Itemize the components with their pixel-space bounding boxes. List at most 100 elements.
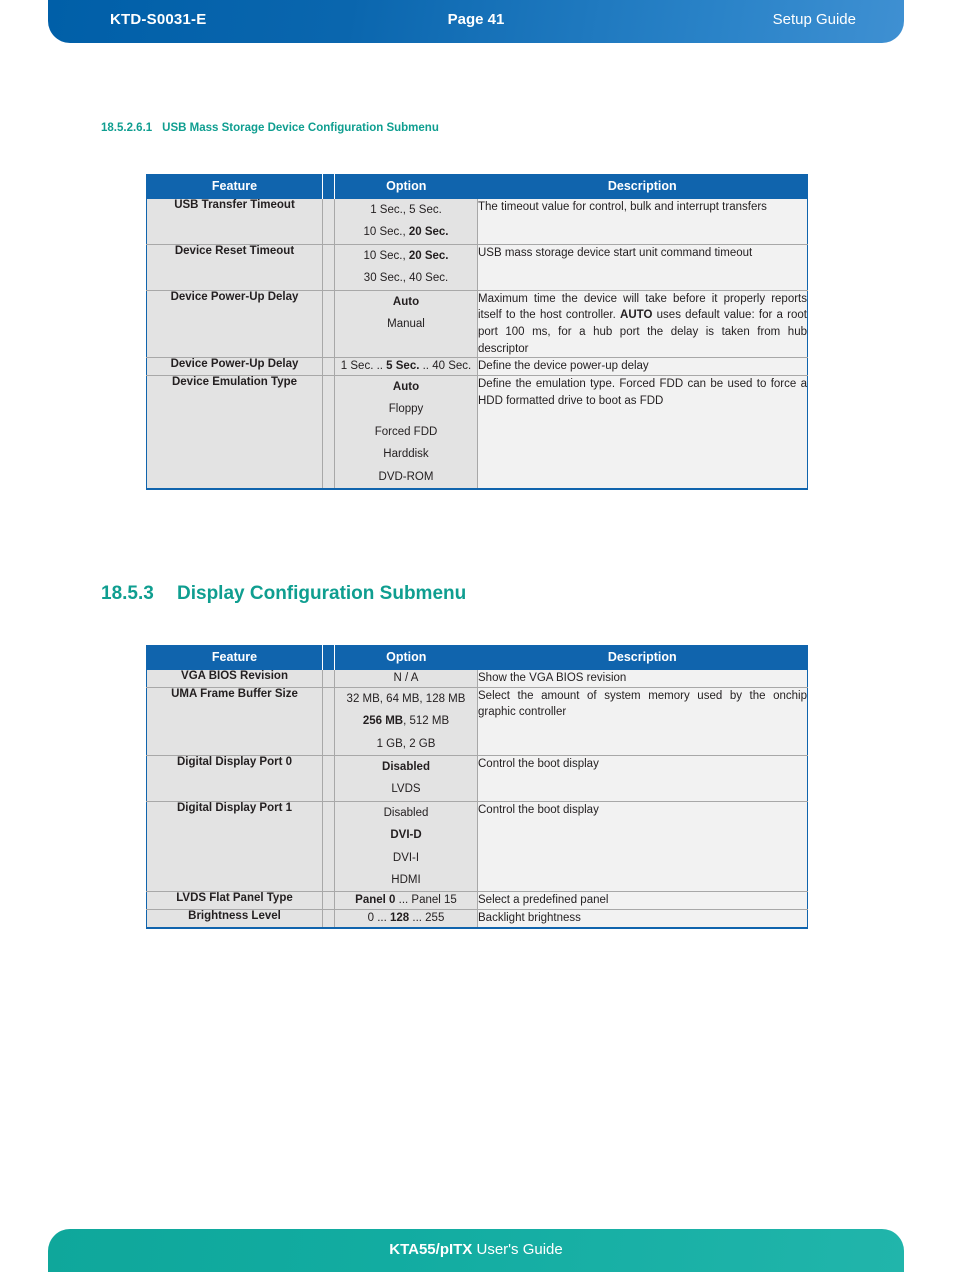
cell-spacer bbox=[322, 289, 335, 358]
option-value: HDMI bbox=[391, 874, 421, 887]
column-header-feature: Feature bbox=[146, 645, 323, 670]
cell-option: N / A bbox=[334, 670, 478, 688]
table-row: Digital Display Port 1 Disabled DVI-D DV… bbox=[146, 800, 808, 892]
section-heading: 18.5.3 Display Configuration Submenu bbox=[101, 583, 466, 605]
cell-option: 1 Sec., 5 Sec. 10 Sec., 20 Sec. bbox=[334, 199, 478, 245]
cell-feature: Digital Display Port 1 bbox=[146, 800, 323, 892]
cell-feature: Device Emulation Type bbox=[146, 375, 323, 490]
cell-feature: Device Power-Up Delay bbox=[146, 289, 323, 358]
footer-guide-title: KTA55/pITX User's Guide bbox=[48, 1241, 904, 1258]
cell-description: Maximum time the device will take before… bbox=[477, 289, 808, 358]
table-row: Device Power-Up Delay 1 Sec. .. 5 Sec. .… bbox=[146, 357, 808, 376]
option-value: Harddisk bbox=[383, 448, 429, 461]
column-header-spacer bbox=[322, 174, 335, 199]
table-row: Device Power-Up Delay Auto Manual Maximu… bbox=[146, 289, 808, 358]
section-heading-number: 18.5.3 bbox=[101, 583, 154, 604]
page-footer-bar: KTA55/pITX User's Guide bbox=[48, 1229, 904, 1272]
cell-feature: Device Power-Up Delay bbox=[146, 357, 323, 376]
option-value: DVI-I bbox=[392, 851, 420, 864]
option-value: Disabled bbox=[383, 806, 429, 819]
cell-description: Select a predefined panel bbox=[477, 891, 808, 910]
option-value: 256 MB, 512 MB bbox=[362, 715, 450, 728]
cell-option: 32 MB, 64 MB, 128 MB 256 MB, 512 MB 1 GB… bbox=[334, 686, 478, 756]
option-value: 32 MB, 64 MB, 128 MB bbox=[346, 692, 466, 705]
cell-option: Disabled LVDS bbox=[334, 754, 478, 802]
cell-spacer bbox=[322, 243, 335, 291]
table-row: Brightness Level 0 ... 128 ... 255 Backl… bbox=[146, 909, 808, 928]
table-row: VGA BIOS Revision N / A Show the VGA BIO… bbox=[146, 670, 808, 688]
cell-option: 0 ... 128 ... 255 bbox=[334, 909, 478, 928]
column-header-description: Description bbox=[477, 174, 808, 199]
option-value: DVD-ROM bbox=[378, 470, 434, 483]
cell-option: Panel 0 ... Panel 15 bbox=[334, 891, 478, 910]
option-value: Panel 0 ... Panel 15 bbox=[355, 894, 457, 907]
column-header-description: Description bbox=[477, 645, 808, 670]
cell-option: Auto Floppy Forced FDD Harddisk DVD-ROM bbox=[334, 375, 478, 490]
table-row: UMA Frame Buffer Size 32 MB, 64 MB, 128 … bbox=[146, 686, 808, 756]
table-row: LVDS Flat Panel Type Panel 0 ... Panel 1… bbox=[146, 891, 808, 910]
option-value: Floppy bbox=[388, 403, 424, 416]
column-header-spacer bbox=[322, 645, 335, 670]
usb-mass-storage-config-table: Feature Option Description USB Transfer … bbox=[146, 174, 808, 491]
option-value: 30 Sec., 40 Sec. bbox=[363, 272, 449, 285]
table-header-row: Feature Option Description bbox=[146, 174, 808, 199]
option-value: Auto bbox=[392, 295, 420, 308]
header-document-type: Setup Guide bbox=[772, 11, 856, 28]
option-value: 0 ... 128 ... 255 bbox=[367, 912, 445, 925]
option-value: 1 GB, 2 GB bbox=[376, 737, 436, 750]
subsection-heading-number: 18.5.2.6.1 bbox=[101, 122, 153, 134]
cell-description: The timeout value for control, bulk and … bbox=[477, 199, 808, 245]
cell-feature: Device Reset Timeout bbox=[146, 243, 323, 291]
cell-spacer bbox=[322, 909, 335, 928]
cell-description: Define the emulation type. Forced FDD ca… bbox=[477, 375, 808, 490]
cell-feature: USB Transfer Timeout bbox=[146, 199, 323, 245]
cell-feature: UMA Frame Buffer Size bbox=[146, 686, 323, 756]
cell-spacer bbox=[322, 800, 335, 892]
table-row: Device Emulation Type Auto Floppy Forced… bbox=[146, 375, 808, 490]
column-header-option: Option bbox=[334, 174, 478, 199]
option-value: 1 Sec. .. 5 Sec. .. 40 Sec. bbox=[340, 360, 472, 373]
cell-option: 10 Sec., 20 Sec. 30 Sec., 40 Sec. bbox=[334, 243, 478, 291]
cell-spacer bbox=[322, 754, 335, 802]
option-value: Forced FDD bbox=[374, 425, 438, 438]
page-header-bar: KTD-S0031-E Page 41 Setup Guide bbox=[48, 0, 904, 43]
cell-description: Define the device power-up delay bbox=[477, 357, 808, 376]
cell-spacer bbox=[322, 686, 335, 756]
cell-description: USB mass storage device start unit comma… bbox=[477, 243, 808, 291]
subsection-heading: 18.5.2.6.1 USB Mass Storage Device Config… bbox=[101, 122, 439, 134]
section-heading-title: Display Configuration Submenu bbox=[177, 583, 467, 604]
cell-description: Backlight brightness bbox=[477, 909, 808, 928]
cell-spacer bbox=[322, 891, 335, 910]
cell-option: 1 Sec. .. 5 Sec. .. 40 Sec. bbox=[334, 357, 478, 376]
option-value: LVDS bbox=[391, 783, 421, 796]
column-header-option: Option bbox=[334, 645, 478, 670]
cell-spacer bbox=[322, 375, 335, 490]
option-value: 10 Sec., 20 Sec. bbox=[363, 226, 449, 239]
option-value: Disabled bbox=[382, 760, 430, 773]
option-value: DVI-D bbox=[390, 829, 422, 842]
cell-feature: Digital Display Port 0 bbox=[146, 754, 323, 802]
cell-spacer bbox=[322, 670, 335, 688]
cell-option: Auto Manual bbox=[334, 289, 478, 358]
cell-description: Show the VGA BIOS revision bbox=[477, 670, 808, 688]
option-value: 10 Sec., 20 Sec. bbox=[363, 249, 449, 262]
option-value: 1 Sec., 5 Sec. bbox=[370, 204, 442, 216]
cell-description: Control the boot display bbox=[477, 800, 808, 892]
table-row: USB Transfer Timeout 1 Sec., 5 Sec. 10 S… bbox=[146, 199, 808, 245]
cell-option: Disabled DVI-D DVI-I HDMI bbox=[334, 800, 478, 892]
display-config-table: Feature Option Description VGA BIOS Revi… bbox=[146, 645, 808, 929]
cell-feature: VGA BIOS Revision bbox=[146, 670, 323, 688]
cell-description: Select the amount of system memory used … bbox=[477, 686, 808, 756]
subsection-heading-title: USB Mass Storage Device Configuration Su… bbox=[162, 122, 439, 134]
option-value: N / A bbox=[393, 672, 419, 684]
option-value: Manual bbox=[387, 318, 425, 331]
table-row: Digital Display Port 0 Disabled LVDS Con… bbox=[146, 754, 808, 802]
column-header-feature: Feature bbox=[146, 174, 323, 199]
footer-product-name: KTA55/pITX bbox=[389, 1241, 473, 1258]
cell-feature: LVDS Flat Panel Type bbox=[146, 891, 323, 910]
cell-feature: Brightness Level bbox=[146, 909, 323, 928]
table-header-row: Feature Option Description bbox=[146, 645, 808, 670]
footer-guide-label: User's Guide bbox=[472, 1241, 563, 1258]
option-value: Auto bbox=[392, 381, 420, 394]
cell-spacer bbox=[322, 199, 335, 245]
